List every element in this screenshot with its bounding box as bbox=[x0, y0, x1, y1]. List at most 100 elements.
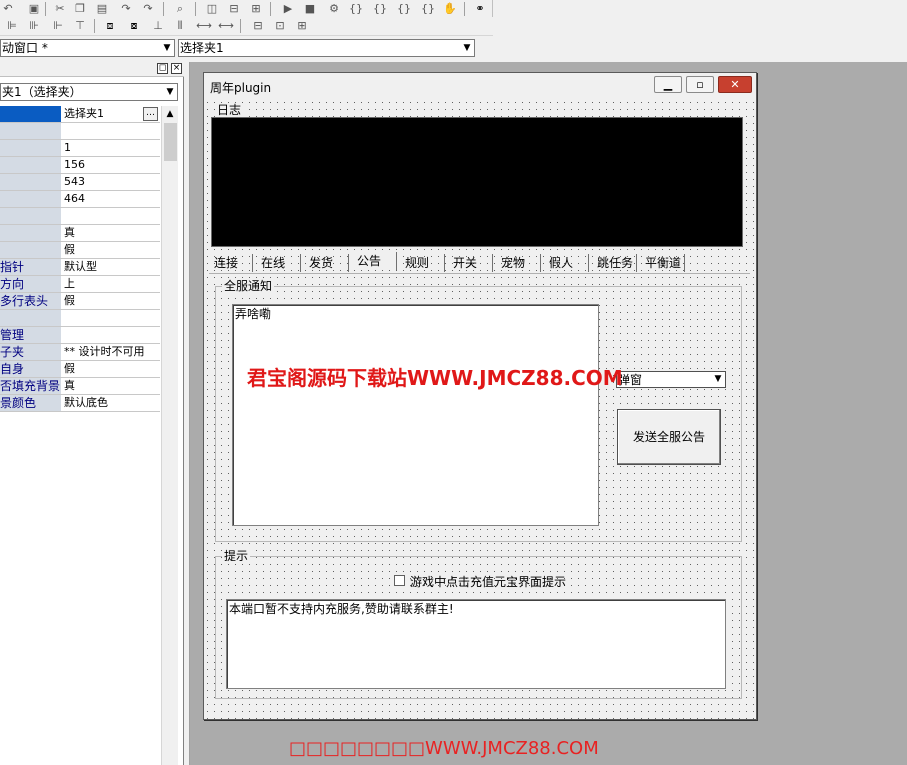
property-value[interactable]: 假 bbox=[62, 293, 160, 309]
align-right-icon[interactable]: ⊩ bbox=[50, 19, 66, 33]
recharge-tip-checkbox[interactable] bbox=[394, 575, 405, 586]
object-combo[interactable]: 夹1（选择夹） ▼ bbox=[0, 83, 178, 101]
property-value[interactable] bbox=[62, 327, 160, 343]
center-v-icon[interactable]: ⊡ bbox=[272, 19, 288, 33]
property-row[interactable] bbox=[0, 208, 160, 225]
align-middle-icon[interactable]: ⧈ bbox=[102, 19, 118, 33]
find-icon[interactable]: ⌕ bbox=[172, 2, 188, 16]
align-left-icon[interactable]: ⊫ bbox=[4, 19, 20, 33]
property-row[interactable]: 1 bbox=[0, 140, 160, 157]
property-value[interactable] bbox=[62, 208, 160, 224]
tab-item[interactable]: 公告 bbox=[352, 252, 397, 270]
form-titlebar[interactable]: 周年plugin ▁ ▫ ✕ bbox=[204, 73, 756, 99]
chevron-down-icon[interactable]: ▼ bbox=[711, 372, 725, 387]
tab-item[interactable]: 规则 bbox=[400, 254, 445, 272]
same-width-icon[interactable]: ⊥ bbox=[150, 19, 166, 33]
undo-icon[interactable]: ↶ bbox=[0, 2, 16, 16]
tab-item[interactable]: 跳任务 bbox=[592, 254, 637, 272]
layout1-icon[interactable]: ◫ bbox=[204, 2, 220, 16]
property-scrollbar[interactable]: ▲ bbox=[161, 106, 178, 765]
property-row[interactable]: 156 bbox=[0, 157, 160, 174]
log-area[interactable] bbox=[211, 117, 743, 247]
property-row[interactable]: 多行表头假 bbox=[0, 293, 160, 310]
minimize-icon[interactable]: ▁ bbox=[654, 76, 682, 93]
chevron-down-icon[interactable]: ▼ bbox=[460, 40, 474, 56]
save-icon[interactable]: ▣ bbox=[26, 2, 42, 16]
restore-icon[interactable]: ◻ bbox=[157, 63, 168, 74]
align-center-icon[interactable]: ⊪ bbox=[26, 19, 42, 33]
property-row[interactable]: 464 bbox=[0, 191, 160, 208]
v-space-icon[interactable]: ⟷ bbox=[218, 19, 234, 33]
property-value[interactable]: 464 bbox=[62, 191, 160, 207]
property-row[interactable]: 景颜色 默认底色 bbox=[0, 395, 160, 412]
tab-item[interactable]: 在线 bbox=[256, 254, 301, 272]
property-value[interactable]: 1 bbox=[62, 140, 160, 156]
property-row[interactable]: 子夹 ** 设计时不可用 bbox=[0, 344, 160, 361]
maximize-icon[interactable]: ▫ bbox=[686, 76, 714, 93]
cut-icon[interactable]: ✂ bbox=[52, 2, 68, 16]
property-row[interactable]: 否填充背景真 bbox=[0, 378, 160, 395]
property-value[interactable]: 假 bbox=[62, 242, 160, 258]
grid-icon[interactable]: ⊞ bbox=[294, 19, 310, 33]
property-row[interactable] bbox=[0, 123, 160, 140]
close-icon[interactable]: × bbox=[171, 63, 182, 74]
control-combo[interactable]: 选择夹1 ▼ bbox=[178, 39, 475, 57]
layout2-icon[interactable]: ⊟ bbox=[226, 2, 242, 16]
debug2-icon[interactable]: {} bbox=[348, 2, 364, 16]
tab-item[interactable]: 连接 bbox=[209, 254, 253, 272]
debug5-icon[interactable]: {} bbox=[420, 2, 436, 16]
tip-textarea[interactable]: 本端口暂不支持内充服务,赞助请联系群主! bbox=[226, 599, 726, 689]
paste-icon[interactable]: ▤ bbox=[94, 2, 110, 16]
tab-item[interactable]: 平衡道 bbox=[640, 254, 685, 272]
property-value[interactable] bbox=[62, 310, 160, 326]
same-height-icon[interactable]: ⫴ bbox=[172, 19, 188, 33]
hand-icon[interactable]: ✋ bbox=[442, 2, 458, 16]
copy-icon[interactable]: ❐ bbox=[72, 2, 88, 16]
center-h-icon[interactable]: ⊟ bbox=[250, 19, 266, 33]
property-value[interactable]: 真 bbox=[62, 378, 160, 394]
property-row[interactable]: 选择夹1… bbox=[0, 106, 160, 123]
property-row[interactable] bbox=[0, 310, 160, 327]
send-announce-button[interactable]: 发送全服公告 bbox=[617, 409, 721, 465]
property-row[interactable]: 自身假 bbox=[0, 361, 160, 378]
scroll-up-icon[interactable]: ▲ bbox=[162, 106, 178, 122]
debug4-icon[interactable]: {} bbox=[396, 2, 412, 16]
chevron-down-icon[interactable]: ▼ bbox=[160, 40, 174, 56]
property-row[interactable]: 真 bbox=[0, 225, 160, 242]
property-row[interactable]: 指针 默认型 bbox=[0, 259, 160, 276]
property-value[interactable] bbox=[62, 123, 160, 139]
debug1-icon[interactable]: ⚙ bbox=[326, 2, 342, 16]
announce-textarea[interactable]: 弄啥嘞 bbox=[232, 304, 599, 526]
redo-icon[interactable]: ↷ bbox=[118, 2, 134, 16]
property-row[interactable]: 方向上 bbox=[0, 276, 160, 293]
form-window[interactable]: 周年plugin ▁ ▫ ✕ 日志 连接 在线 发货 公告 规则 开关 宠物 假人 跳任务 平衡道… bbox=[203, 72, 757, 720]
property-row[interactable]: 543 bbox=[0, 174, 160, 191]
ellipsis-button[interactable]: … bbox=[143, 107, 158, 121]
scroll-thumb[interactable] bbox=[164, 123, 177, 161]
run-icon[interactable]: ▶ bbox=[280, 2, 296, 16]
recharge-tip-label[interactable]: 游戏中点击充值元宝界面提示 bbox=[410, 573, 566, 590]
tab-item[interactable]: 发货 bbox=[304, 254, 349, 272]
property-value[interactable]: 默认型 bbox=[62, 259, 160, 275]
debug3-icon[interactable]: {} bbox=[372, 2, 388, 16]
property-value[interactable]: 假 bbox=[62, 361, 160, 377]
type-combo[interactable]: 弹窗 ▼ bbox=[616, 371, 726, 388]
property-row[interactable]: 假 bbox=[0, 242, 160, 259]
align-bottom-icon[interactable]: ⧇ bbox=[126, 19, 142, 33]
h-space-icon[interactable]: ⟷ bbox=[196, 19, 212, 33]
property-value[interactable]: ** 设计时不可用 bbox=[62, 344, 160, 360]
window-combo[interactable]: 动窗口 * ▼ bbox=[0, 39, 175, 57]
tab-item[interactable]: 宠物 bbox=[496, 254, 541, 272]
tab-item[interactable]: 开关 bbox=[448, 254, 493, 272]
align-top-icon[interactable]: ⊤ bbox=[72, 19, 88, 33]
close-icon[interactable]: ✕ bbox=[718, 76, 752, 93]
stop-icon[interactable]: ■ bbox=[302, 2, 318, 16]
property-value[interactable]: 156 bbox=[62, 157, 160, 173]
layout3-icon[interactable]: ⊞ bbox=[248, 2, 264, 16]
property-value[interactable]: 543 bbox=[62, 174, 160, 190]
redo2-icon[interactable]: ↷ bbox=[140, 2, 156, 16]
property-row[interactable]: 管理 bbox=[0, 327, 160, 344]
binoculars-icon[interactable]: ⚭ bbox=[472, 2, 488, 16]
property-value[interactable]: 默认底色 bbox=[62, 395, 160, 411]
property-value[interactable]: 上 bbox=[62, 276, 160, 292]
